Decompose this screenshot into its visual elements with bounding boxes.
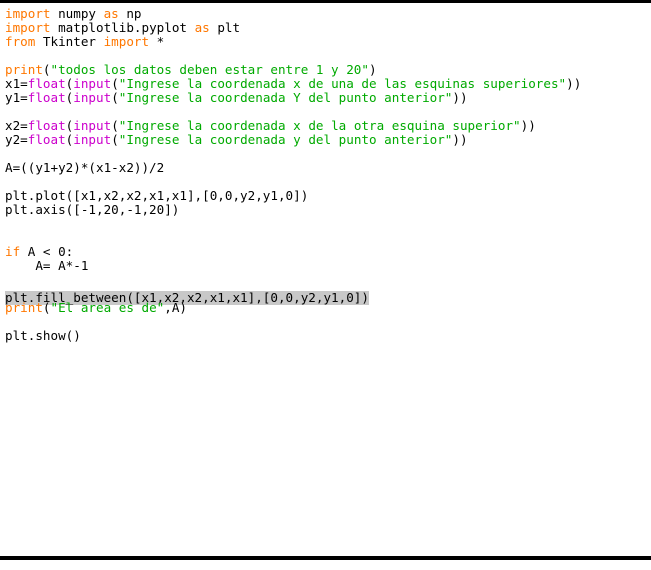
- code-token-plain: ,A): [164, 300, 187, 315]
- code-token-plain: (: [111, 76, 119, 91]
- code-line[interactable]: if A < 0:: [5, 245, 651, 259]
- code-line-text[interactable]: y2=float(input("Ingrese la coordenada y …: [5, 133, 651, 147]
- code-token-plain: A= A*-1: [5, 258, 89, 273]
- code-line[interactable]: plt.plot([x1,x2,x2,x1,x1],[0,0,y2,y1,0]): [5, 189, 651, 203]
- code-token-function: float: [27, 76, 66, 91]
- code-line-text[interactable]: plt.show(): [5, 329, 651, 343]
- code-line[interactable]: [5, 217, 651, 231]
- code-line-text[interactable]: A=((y1+y2)*(x1-x2))/2: [5, 161, 651, 175]
- code-line-text[interactable]: x2=float(input("Ingrese la coordenada x …: [5, 119, 651, 133]
- code-token-keyword: import: [5, 20, 51, 35]
- code-token-keyword: as: [194, 20, 210, 35]
- code-token-plain: Tkinter: [35, 34, 104, 49]
- code-line[interactable]: plt.axis([-1,20,-1,20]): [5, 203, 651, 217]
- code-token-plain: )): [566, 76, 582, 91]
- code-line-text[interactable]: plt.axis([-1,20,-1,20]): [5, 203, 651, 217]
- code-token-function: input: [73, 76, 112, 91]
- code-token-plain: np: [118, 6, 142, 21]
- code-token-plain: x2=: [5, 118, 28, 133]
- code-token-builtin: print: [5, 300, 43, 315]
- code-token-plain: x1=: [5, 76, 28, 91]
- code-line[interactable]: [5, 273, 651, 287]
- code-token-plain: plt.plot([x1,x2,x2,x1,x1],[0,0,y2,y1,0]): [5, 188, 309, 203]
- code-token-keyword: import: [5, 6, 51, 21]
- code-token-plain: ): [368, 62, 377, 77]
- code-token-plain: A < 0:: [20, 244, 74, 259]
- code-text-area[interactable]: import numpy as np import matplotlib.pypl…: [0, 3, 651, 556]
- code-line-text[interactable]: x1=float(input("Ingrese la coordenada x …: [5, 77, 651, 91]
- code-token-function: float: [27, 90, 66, 105]
- code-token-keyword: as: [103, 6, 119, 21]
- code-line[interactable]: [5, 147, 651, 161]
- code-token-string: "El area es de": [50, 300, 165, 315]
- code-line[interactable]: x2=float(input("Ingrese la coordenada x …: [5, 119, 651, 133]
- code-token-plain: )): [452, 132, 468, 147]
- code-line-text[interactable]: import matplotlib.pyplot as plt: [5, 21, 651, 35]
- code-token-plain: y1=: [5, 90, 28, 105]
- code-token-plain: (: [111, 118, 119, 133]
- code-token-string: "Ingrese la coordenada Y del punto anter…: [118, 90, 453, 105]
- code-token-plain: matplotlib.pyplot: [50, 20, 195, 35]
- code-token-plain: (: [42, 62, 51, 77]
- code-line[interactable]: [5, 105, 651, 119]
- code-line[interactable]: [5, 175, 651, 189]
- code-token-keyword: from: [5, 34, 36, 49]
- code-token-string: "Ingrese la coordenada y del punto anter…: [118, 132, 453, 147]
- code-token-plain: )): [452, 90, 468, 105]
- code-line-text[interactable]: A= A*-1: [5, 259, 651, 273]
- code-token-plain: numpy: [50, 6, 104, 21]
- code-line[interactable]: y1=float(input("Ingrese la coordenada Y …: [5, 91, 651, 105]
- code-token-plain: (: [42, 300, 51, 315]
- horizontal-scrollbar-track[interactable]: [0, 560, 651, 570]
- code-line-text[interactable]: plt.plot([x1,x2,x2,x1,x1],[0,0,y2,y1,0]): [5, 189, 651, 203]
- code-line[interactable]: import matplotlib.pyplot as plt: [5, 21, 651, 35]
- code-line[interactable]: [5, 49, 651, 63]
- code-token-plain: (: [111, 90, 119, 105]
- code-token-function: float: [27, 118, 66, 133]
- code-line[interactable]: plt.show(): [5, 329, 651, 343]
- code-line[interactable]: plt.fill_between([x1,x2,x2,x1,x1],[0,0,y…: [5, 287, 651, 305]
- code-token-function: input: [73, 132, 112, 147]
- code-line[interactable]: print("todos los datos deben estar entre…: [5, 63, 651, 77]
- code-line-text[interactable]: print("todos los datos deben estar entre…: [5, 63, 651, 77]
- code-line[interactable]: [5, 231, 651, 245]
- code-line[interactable]: from Tkinter import *: [5, 35, 651, 49]
- code-line-text[interactable]: import numpy as np: [5, 7, 651, 21]
- code-token-function: input: [73, 90, 112, 105]
- code-line-text[interactable]: from Tkinter import *: [5, 35, 651, 49]
- code-token-plain: (: [111, 132, 119, 147]
- code-token-plain: A=((y1+y2)*(x1-x2))/2: [5, 160, 165, 175]
- code-token-function: input: [73, 118, 112, 133]
- code-token-plain: )): [520, 118, 536, 133]
- code-line[interactable]: A=((y1+y2)*(x1-x2))/2: [5, 161, 651, 175]
- code-line[interactable]: import numpy as np: [5, 7, 651, 21]
- code-token-keyword: import: [103, 34, 150, 49]
- code-line[interactable]: [5, 315, 651, 329]
- code-line[interactable]: y2=float(input("Ingrese la coordenada y …: [5, 133, 651, 147]
- code-line-text[interactable]: y1=float(input("Ingrese la coordenada Y …: [5, 91, 651, 105]
- code-line[interactable]: x1=float(input("Ingrese la coordenada x …: [5, 77, 651, 91]
- code-token-plain: plt: [209, 20, 241, 35]
- code-token-function: float: [27, 132, 66, 147]
- code-token-plain: plt.axis([-1,20,-1,20]): [5, 202, 180, 217]
- code-line-text[interactable]: if A < 0:: [5, 245, 651, 259]
- code-token-plain: plt.show(): [5, 328, 81, 343]
- code-token-plain: *: [149, 34, 165, 49]
- code-token-plain: y2=: [5, 132, 28, 147]
- editor-window: import numpy as np import matplotlib.pypl…: [0, 0, 651, 570]
- code-token-keyword: if: [5, 244, 21, 259]
- code-token-string: "todos los datos deben estar entre 1 y 2…: [50, 62, 369, 77]
- code-token-string: "Ingrese la coordenada x de la otra esqu…: [118, 118, 521, 133]
- code-token-builtin: print: [5, 62, 43, 77]
- code-line[interactable]: A= A*-1: [5, 259, 651, 273]
- code-token-string: "Ingrese la coordenada x de una de las e…: [118, 76, 567, 91]
